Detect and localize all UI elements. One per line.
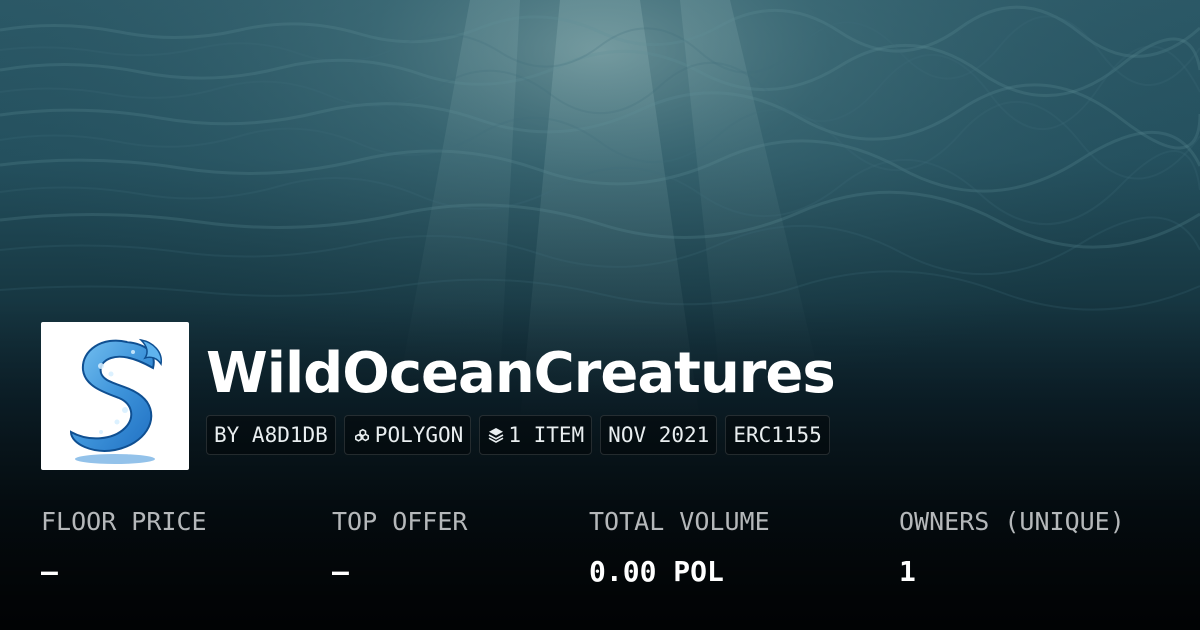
tag-token-standard-label: ERC1155 <box>733 423 822 447</box>
stat-owners-value: 1 <box>899 555 916 588</box>
stat-top-offer: TOP OFFER – <box>332 504 467 590</box>
stat-floor-price-value: – <box>41 555 58 588</box>
tag-created-date-label: NOV 2021 <box>608 423 710 447</box>
tag-creator-label: BY A8D1DB <box>214 423 328 447</box>
tag-items[interactable]: 1 ITEM <box>479 415 593 455</box>
stat-total-volume-value: 0.00 POL <box>589 555 724 588</box>
layers-icon <box>487 426 505 444</box>
tag-chain-label: POLYGON <box>374 423 464 447</box>
stat-top-offer-value: – <box>332 555 349 588</box>
tag-items-label: 1 ITEM <box>508 423 585 447</box>
stat-floor-price-label: FLOOR PRICE <box>41 507 207 536</box>
wave-s-logo-icon <box>69 338 162 464</box>
polygon-chain-icon <box>352 426 372 444</box>
tag-chain[interactable]: POLYGON <box>343 415 472 455</box>
stat-floor-price: FLOOR PRICE – <box>41 504 207 590</box>
stat-owners: OWNERS (UNIQUE) 1 <box>899 504 1125 590</box>
collection-tags: BY A8D1DB POLYGON 1 ITEM NOV 2021 ERC115… <box>206 415 830 455</box>
tag-creator[interactable]: BY A8D1DB <box>206 415 336 455</box>
collection-logo <box>41 322 189 470</box>
tag-token-standard[interactable]: ERC1155 <box>725 415 830 455</box>
stat-total-volume: TOTAL VOLUME 0.00 POL <box>589 504 770 590</box>
collection-title: WildOceanCreatures <box>206 341 836 406</box>
stat-top-offer-label: TOP OFFER <box>332 507 468 536</box>
stat-total-volume-label: TOTAL VOLUME <box>589 507 770 536</box>
stat-owners-label: OWNERS (UNIQUE) <box>899 507 1125 536</box>
tag-created-date[interactable]: NOV 2021 <box>600 415 718 455</box>
